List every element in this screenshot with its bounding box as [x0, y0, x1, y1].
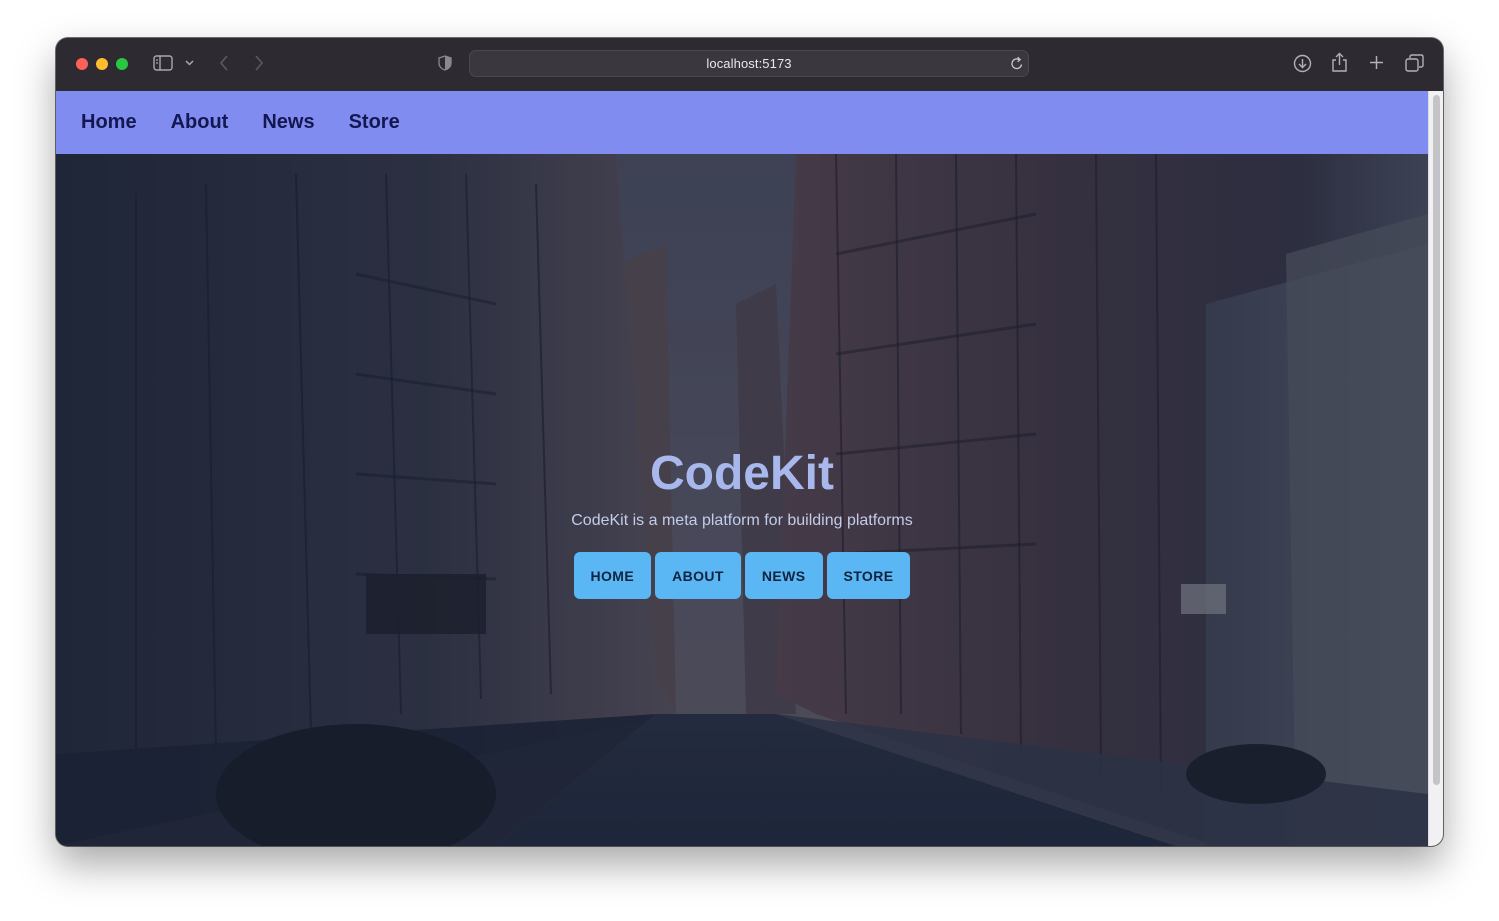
hero-button-group: HOME ABOUT NEWS STORE — [56, 552, 1428, 599]
shield-icon[interactable] — [438, 55, 452, 71]
download-icon[interactable] — [1293, 54, 1312, 73]
page-viewport: Home About News Store CodeKit CodeKit is… — [56, 91, 1428, 846]
nav-link-news[interactable]: News — [262, 111, 314, 134]
hero-title: CodeKit — [650, 447, 834, 500]
hero-news-button[interactable]: NEWS — [744, 552, 823, 599]
hero-home-button[interactable]: HOME — [573, 552, 652, 599]
plus-icon[interactable] — [1369, 55, 1384, 70]
address-bar[interactable]: localhost:5173 — [469, 50, 1029, 77]
tabs-overview-icon[interactable] — [1405, 54, 1424, 72]
nav-link-home[interactable]: Home — [81, 111, 137, 134]
back-arrow-icon[interactable] — [219, 55, 229, 71]
hero-subtitle: CodeKit is a meta platform for building … — [571, 512, 913, 529]
browser-toolbar: localhost:5173 — [56, 38, 1443, 92]
nav-link-about[interactable]: About — [171, 111, 229, 134]
reload-icon[interactable] — [1010, 56, 1024, 71]
zoom-window-button[interactable] — [116, 58, 128, 70]
nav-link-store[interactable]: Store — [349, 111, 400, 134]
minimize-window-button[interactable] — [96, 58, 108, 70]
hero-section: CodeKit CodeKit is a meta platform for b… — [56, 154, 1428, 846]
top-navbar: Home About News Store — [56, 91, 1428, 154]
browser-window: localhost:5173 Home About News Store Cod… — [56, 38, 1443, 846]
sidebar-icon[interactable] — [153, 55, 173, 71]
share-icon[interactable] — [1331, 52, 1348, 73]
hero-store-button[interactable]: STORE — [826, 552, 911, 599]
page-scrollbar[interactable] — [1428, 91, 1443, 846]
hero-about-button[interactable]: ABOUT — [655, 552, 741, 599]
chevron-down-icon[interactable] — [185, 60, 194, 66]
forward-arrow-icon[interactable] — [254, 55, 264, 71]
scrollbar-thumb[interactable] — [1433, 95, 1440, 785]
url-text: localhost:5173 — [706, 56, 792, 71]
hero-content: CodeKit CodeKit is a meta platform for b… — [56, 446, 1428, 599]
close-window-button[interactable] — [76, 58, 88, 70]
